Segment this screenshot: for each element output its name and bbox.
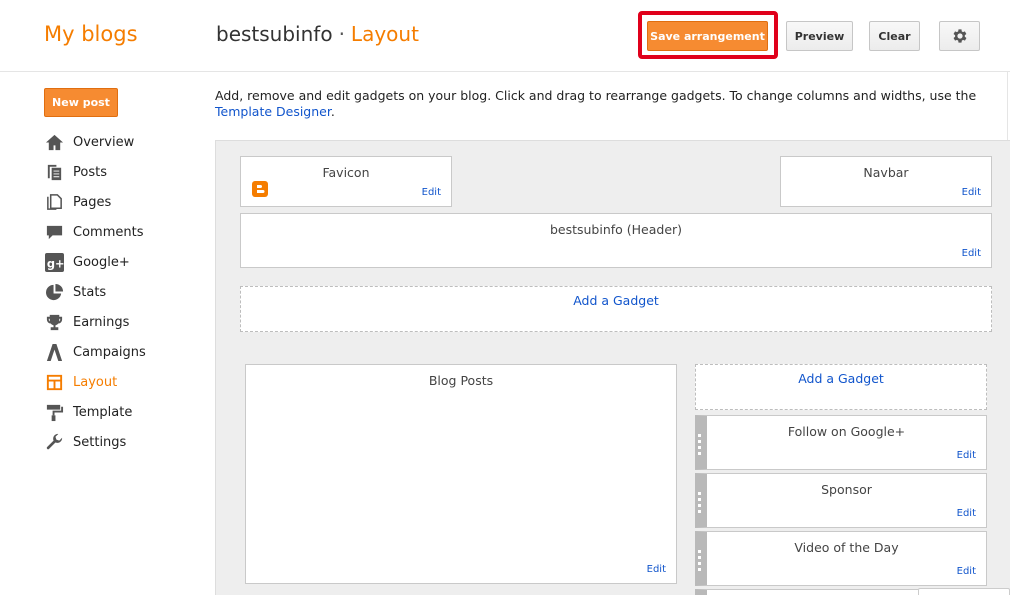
gadget-title: Navbar	[863, 165, 909, 180]
drag-handle[interactable]	[698, 550, 702, 571]
sidebar-item-stats[interactable]: Stats	[44, 277, 146, 307]
save-arrangement-button[interactable]: Save arrangement	[647, 21, 768, 51]
sidebar-item-label: Earnings	[73, 314, 130, 330]
template-designer-link[interactable]: Template Designer	[215, 104, 331, 119]
sidebar-item-template[interactable]: Template	[44, 397, 146, 427]
sidebar-item-label: Overview	[73, 134, 135, 150]
gear-icon	[953, 29, 966, 43]
new-post-button[interactable]: New post	[44, 88, 118, 117]
sidebar-item-label: Settings	[73, 434, 127, 450]
sidebar-item-label: Template	[73, 404, 133, 420]
sidebar-item-campaigns[interactable]: Campaigns	[44, 337, 146, 367]
gadget-sponsor[interactable]: Sponsor Edit	[695, 473, 987, 528]
sidebar-item-google-plus[interactable]: g+ Google+	[44, 247, 146, 277]
pages-icon	[44, 192, 64, 212]
my-blogs-link[interactable]: My blogs	[44, 22, 138, 46]
home-icon	[44, 132, 64, 152]
sidebar-item-label: Posts	[73, 164, 107, 180]
intro-period: .	[330, 104, 335, 119]
layout-intro: Add, remove and edit gadgets on your blo…	[215, 88, 985, 120]
edit-link[interactable]: Edit	[647, 564, 666, 575]
clear-button[interactable]: Clear	[869, 21, 920, 51]
breadcrumb-separator: ·	[338, 22, 345, 46]
sidebar-item-label: Campaigns	[73, 344, 146, 360]
gadget-video-of-the-day[interactable]: Video of the Day Edit	[695, 531, 987, 586]
add-gadget-header-area[interactable]: Add a Gadget	[240, 286, 992, 332]
breadcrumb: bestsubinfo · Layout	[216, 22, 419, 46]
paint-roller-icon	[44, 402, 64, 422]
adwords-icon	[44, 342, 64, 362]
blogger-favicon-icon	[252, 181, 268, 197]
edit-link[interactable]: Edit	[957, 508, 976, 519]
pie-chart-icon	[44, 282, 64, 302]
gadget-title: Sponsor	[821, 482, 872, 497]
sidebar-item-settings[interactable]: Settings	[44, 427, 146, 457]
blog-name[interactable]: bestsubinfo	[216, 22, 333, 46]
add-gadget-sidebar[interactable]: Add a Gadget	[695, 364, 987, 410]
sidebar-item-overview[interactable]: Overview	[44, 127, 146, 157]
layout-icon	[44, 372, 64, 392]
wrench-icon	[44, 432, 64, 452]
scroll-indicator	[918, 588, 1010, 595]
intro-text: Add, remove and edit gadgets on your blo…	[215, 88, 977, 103]
gadget-follow-google-plus[interactable]: Follow on Google+ Edit	[695, 415, 987, 470]
settings-gear-button[interactable]	[939, 21, 980, 51]
blogger-layout-page: My blogs bestsubinfo · Layout Save arrange…	[0, 0, 1010, 595]
drag-handle[interactable]	[698, 434, 702, 455]
sidebar-item-layout[interactable]: Layout	[44, 367, 146, 397]
top-header: My blogs bestsubinfo · Layout Save arrange…	[0, 0, 1010, 72]
sidebar-item-label: Pages	[73, 194, 112, 210]
layout-canvas: Favicon Edit Navbar Edit bestsubinfo (He…	[215, 140, 1010, 595]
gadget-title: Video of the Day	[794, 540, 899, 555]
sidebar-item-label: Comments	[73, 224, 144, 240]
gadget-header[interactable]: bestsubinfo (Header) Edit	[240, 213, 992, 268]
gadget-favicon[interactable]: Favicon Edit	[240, 156, 452, 207]
edit-link[interactable]: Edit	[957, 450, 976, 461]
google-plus-icon: g+	[44, 252, 64, 272]
edit-link[interactable]: Edit	[422, 187, 441, 198]
sidebar-nav: Overview Posts Pages Comments g+ Google+…	[44, 127, 146, 457]
preview-button[interactable]: Preview	[786, 21, 853, 51]
gadget-title: Follow on Google+	[787, 424, 906, 439]
sidebar-item-label: Google+	[73, 254, 130, 270]
svg-text:g+: g+	[46, 256, 63, 270]
comment-icon	[44, 222, 64, 242]
sidebar-item-pages[interactable]: Pages	[44, 187, 146, 217]
sidebar-item-label: Stats	[73, 284, 107, 300]
sidebar-item-posts[interactable]: Posts	[44, 157, 146, 187]
gadget-navbar[interactable]: Navbar Edit	[780, 156, 992, 207]
page-title: Layout	[350, 22, 419, 46]
sidebar-item-earnings[interactable]: Earnings	[44, 307, 146, 337]
gadget-blog-posts[interactable]: Blog Posts Edit	[245, 364, 677, 584]
edit-link[interactable]: Edit	[957, 566, 976, 577]
gadget-title: Favicon	[322, 165, 370, 180]
sidebar-item-comments[interactable]: Comments	[44, 217, 146, 247]
edit-link[interactable]: Edit	[962, 187, 981, 198]
trophy-icon	[44, 312, 64, 332]
posts-icon	[44, 162, 64, 182]
sidebar-item-label: Layout	[73, 374, 118, 390]
drag-handle[interactable]	[698, 492, 702, 513]
gadget-title: bestsubinfo (Header)	[549, 222, 683, 237]
edit-link[interactable]: Edit	[962, 248, 981, 259]
gadget-title: Blog Posts	[428, 373, 494, 388]
